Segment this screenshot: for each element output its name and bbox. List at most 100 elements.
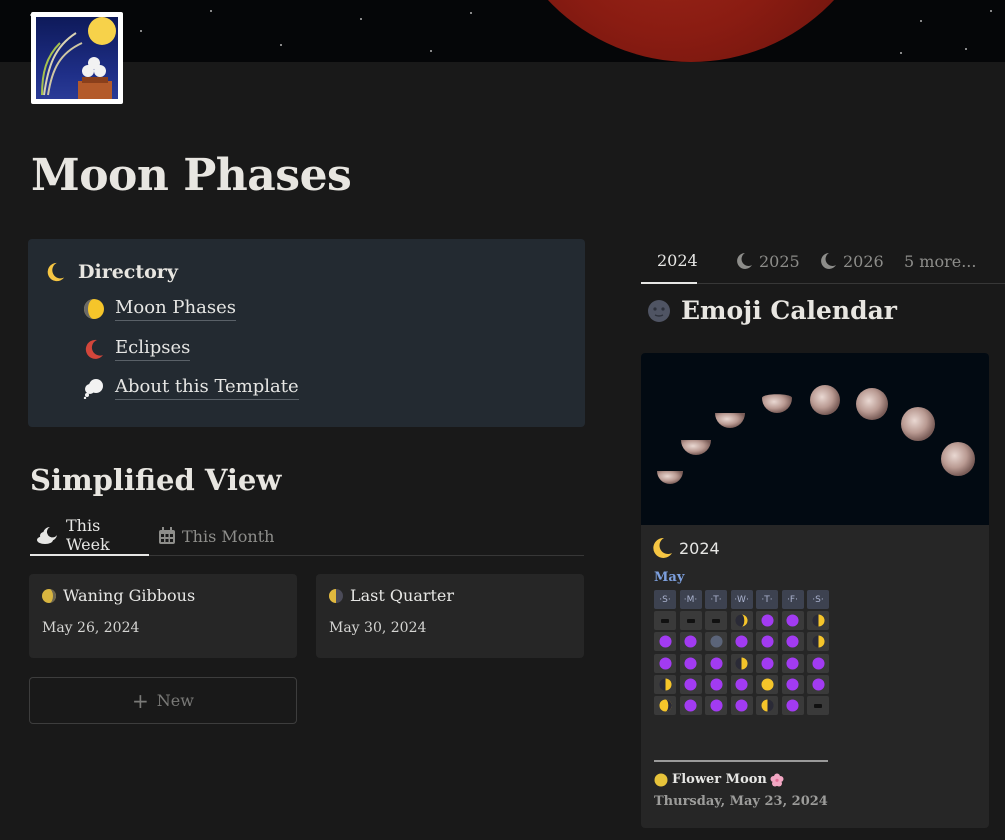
emoji-calendar-heading: Emoji Calendar — [647, 296, 897, 325]
directory-callout: Directory Moon Phases Eclipses About thi… — [28, 239, 585, 427]
tab-label: 2025 — [759, 251, 800, 271]
waning-gibbous-icon — [42, 588, 56, 603]
calendar-day-first-quarter — [807, 611, 829, 631]
calendar-day-full-moon — [756, 674, 778, 694]
calendar-day-purple — [730, 674, 753, 694]
crescent-moon-icon — [821, 253, 836, 269]
calendar-day-purple — [781, 632, 804, 652]
weekday-header: ·F· — [781, 590, 804, 609]
directory-item-label[interactable]: Eclipses — [115, 337, 191, 361]
directory-item-label[interactable]: About this Template — [115, 376, 299, 400]
calendar-day-purple — [679, 674, 702, 694]
calendar-day-waxing-crescent — [730, 611, 753, 631]
tab-label: 5 more... — [904, 251, 977, 271]
phase-name: Waning Gibbous — [63, 586, 196, 605]
weekday-header: ·T· — [756, 590, 778, 609]
calendar-day-purple — [679, 632, 702, 652]
calendar-month: May — [654, 570, 685, 585]
simplified-view-heading: Simplified View — [30, 463, 282, 497]
calendar-day-first-quarter — [730, 653, 753, 673]
calendar-day-purple — [756, 611, 778, 631]
tab-2026[interactable]: 2026 — [819, 238, 884, 284]
view-tabs: This Week This Month — [30, 516, 584, 556]
calendar-day-purple — [756, 653, 778, 673]
event-name-label: Flower Moon — [672, 772, 767, 787]
calendar-day-purple — [654, 632, 676, 652]
thought-bubble-icon — [83, 379, 103, 399]
calendar-day-purple — [781, 674, 804, 694]
waxing-gibbous-icon — [84, 299, 104, 319]
emoji-calendar-title: Emoji Calendar — [681, 296, 897, 325]
calendar-day-purple — [730, 696, 753, 715]
calendar-day-purple — [730, 632, 753, 652]
tab-label: This Week — [65, 516, 110, 554]
calendar-day-purple — [705, 674, 727, 694]
phase-date: May 26, 2024 — [42, 620, 140, 636]
cherry-blossom-icon — [770, 773, 784, 786]
tab-2025[interactable]: 2025 — [735, 238, 800, 284]
weekday-header: ·W· — [730, 590, 753, 609]
page-cover — [0, 0, 1005, 62]
moon-viewing-icon — [41, 17, 116, 99]
active-tab-underline — [641, 282, 697, 284]
moon-sequence-image — [641, 353, 989, 525]
page-title: Moon Phases — [31, 150, 352, 201]
calendar-day-blank — [705, 611, 727, 631]
directory-item-eclipses[interactable]: Eclipses — [83, 337, 191, 361]
tab-label: This Month — [182, 526, 275, 546]
tab-label: 2026 — [843, 251, 884, 271]
moon-phases-sequence — [657, 385, 975, 484]
calendar-day-blank — [679, 611, 702, 631]
cloud-moon-icon — [36, 527, 57, 544]
calendar-day-new-moon — [705, 632, 727, 652]
calendar-day-last-quarter — [756, 696, 778, 715]
calendar-day-purple — [705, 696, 727, 715]
full-moon-icon — [654, 773, 668, 786]
calendar-day-purple — [654, 653, 676, 673]
weekday-header: ·T· — [705, 590, 727, 609]
divider — [654, 760, 828, 762]
phase-card[interactable]: Waning Gibbous May 26, 2024 — [29, 574, 297, 658]
calendar-day-waning-gibbous — [654, 696, 676, 715]
calendar-day-first-quarter — [654, 674, 676, 694]
calendar-day-purple — [679, 696, 702, 715]
weekday-header: ·S· — [807, 590, 829, 609]
weekday-header: ·M· — [679, 590, 702, 609]
tab-this-week[interactable]: This Week — [30, 516, 149, 556]
weekday-header: ·S· — [654, 590, 676, 609]
calendar-day-purple — [781, 696, 804, 715]
tab-more[interactable]: 5 more... — [904, 238, 976, 284]
event-name: Flower Moon — [654, 772, 784, 787]
calendar-day-blank — [807, 696, 829, 715]
crescent-moon-icon — [47, 262, 65, 282]
last-quarter-icon — [329, 588, 343, 603]
calendar-day-purple — [781, 611, 804, 631]
calendar-day-purple — [807, 653, 829, 673]
calendar-icon — [159, 527, 175, 544]
calendar-day-first-quarter — [807, 632, 829, 652]
new-button-label: New — [156, 691, 194, 710]
gallery-year: 2024 — [651, 537, 720, 559]
tab-2024[interactable]: 2024 — [641, 238, 698, 284]
tab-this-month[interactable]: This Month — [158, 516, 274, 556]
directory-title: Directory — [78, 261, 178, 283]
calendar-day-purple — [679, 653, 702, 673]
crescent-moon-icon — [737, 253, 752, 269]
year-tabs: 2024 2025 2026 5 more... — [641, 238, 1005, 284]
crescent-moon-icon — [653, 537, 672, 558]
calendar-day-blank — [654, 611, 676, 631]
directory-item-label[interactable]: Moon Phases — [115, 297, 236, 321]
red-crescent-icon — [85, 339, 103, 359]
directory-item-about[interactable]: About this Template — [83, 376, 299, 400]
event-date: Thursday, May 23, 2024 — [654, 794, 828, 809]
gallery-card[interactable]: 2024 May ·S· ·M· ·T· ·W· ·T· ·F· ·S· Flower Mo… — [641, 353, 989, 828]
calendar-day-purple — [756, 632, 778, 652]
directory-item-moon-phases[interactable]: Moon Phases — [83, 297, 236, 321]
new-button[interactable]: + New — [29, 677, 297, 724]
new-moon-face-icon — [648, 299, 670, 322]
phase-name: Last Quarter — [350, 586, 455, 605]
year-label: 2024 — [679, 538, 720, 558]
plus-icon: + — [132, 688, 149, 713]
phase-card[interactable]: Last Quarter May 30, 2024 — [316, 574, 584, 658]
page-icon[interactable] — [31, 12, 123, 104]
